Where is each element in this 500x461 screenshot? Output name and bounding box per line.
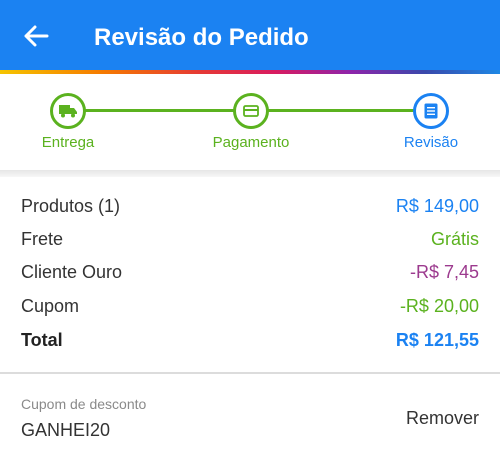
summary-row-produtos: Produtos (1) R$ 149,00: [21, 192, 479, 220]
step-label-revisao: Revisão: [403, 134, 459, 151]
coupon-code: GANHEI20: [21, 420, 111, 440]
remove-coupon-button[interactable]: Remover: [406, 408, 479, 429]
step-pagamento[interactable]: [233, 93, 269, 129]
step-label-entrega: Entrega: [41, 134, 95, 151]
row-label: Frete: [21, 228, 64, 249]
step-connector: [268, 109, 414, 112]
row-value: Grátis: [430, 228, 479, 249]
row-value: -R$ 7,45: [409, 261, 479, 282]
summary-row-total: Total R$ 121,55: [21, 326, 479, 354]
arrow-left-icon: [24, 25, 49, 47]
checkout-stepper: Entrega Pagamento Revisão: [0, 74, 500, 170]
truck-icon: [59, 105, 77, 118]
row-label: Cliente Ouro: [21, 261, 123, 282]
row-label: Cupom: [21, 295, 80, 316]
page-title: Revisão do Pedido: [94, 24, 309, 51]
credit-card-icon: [243, 105, 259, 117]
section-divider: [0, 170, 500, 177]
document-icon: [424, 103, 438, 119]
step-connector: [84, 109, 236, 112]
summary-row-cliente-ouro: Cliente Ouro -R$ 7,45: [21, 258, 479, 286]
back-button[interactable]: [18, 18, 54, 54]
total-label: Total: [21, 329, 63, 350]
coupon-caption: Cupom de desconto: [21, 396, 147, 412]
row-label: Produtos (1): [21, 195, 121, 216]
order-summary: Produtos (1) R$ 149,00 Frete Grátis Clie…: [0, 177, 500, 367]
step-revisao[interactable]: [413, 93, 449, 129]
total-value: R$ 121,55: [395, 329, 479, 350]
step-entrega[interactable]: [50, 93, 86, 129]
row-value: -R$ 20,00: [399, 295, 479, 316]
summary-row-frete: Frete Grátis: [21, 225, 479, 253]
app-bar: Revisão do Pedido: [0, 0, 500, 70]
coupon-section: Cupom de desconto GANHEI20 Remover: [0, 374, 500, 461]
step-label-pagamento: Pagamento: [212, 134, 290, 151]
summary-row-cupom: Cupom -R$ 20,00: [21, 292, 479, 320]
row-value: R$ 149,00: [395, 195, 479, 216]
